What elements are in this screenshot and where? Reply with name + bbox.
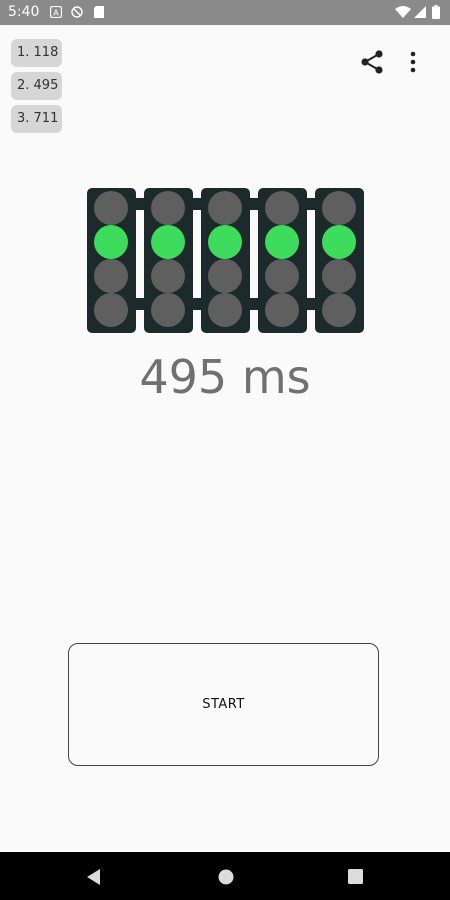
score-label: 2. 495 [17,78,59,93]
home-icon[interactable] [218,869,234,885]
signal-icon [414,6,426,18]
lamp-off [322,293,356,327]
blocked-circle-icon [71,6,83,18]
lamp-off [94,293,128,327]
status-bar: 5:40 A [0,0,450,25]
lamp-green [94,225,128,259]
navigation-bar [0,852,450,900]
share-icon[interactable] [360,49,384,75]
lamp-off [322,191,356,225]
lamp-off [151,293,185,327]
lamp-green [322,225,356,259]
back-icon[interactable] [87,869,101,885]
wifi-icon [395,6,411,18]
lamp-off [265,293,299,327]
start-button[interactable]: START [68,643,379,766]
recents-icon[interactable] [348,869,363,884]
score-chip-1: 1. 118 [11,39,62,67]
notification-a-icon: A [50,6,62,18]
score-label: 1. 118 [17,45,59,60]
sd-card-icon [94,6,104,18]
lamp-off [265,259,299,293]
lamp-off [208,293,242,327]
lamp-off [151,259,185,293]
status-time: 5:40 [8,4,40,20]
lamp-off [265,191,299,225]
lamp-off [151,191,185,225]
score-chip-3: 3. 711 [11,105,62,133]
lamp-off [208,259,242,293]
lamp-off [94,259,128,293]
score-chip-2: 2. 495 [11,72,62,100]
lamp-off [208,191,242,225]
traffic-light-4 [258,188,307,333]
traffic-light-5 [315,188,364,333]
traffic-light-3 [201,188,250,333]
lamp-off [322,259,356,293]
reaction-time-result: 495 ms [139,350,311,404]
svg-text:A: A [53,9,59,18]
lamp-off [94,191,128,225]
start-lights [87,188,364,333]
lamp-green [265,225,299,259]
start-button-label: START [202,697,245,712]
score-label: 3. 711 [17,111,59,126]
more-vert-icon[interactable] [408,51,418,73]
traffic-light-1 [87,188,136,333]
lamp-green [208,225,242,259]
lamp-green [151,225,185,259]
battery-icon [432,5,440,19]
traffic-light-2 [144,188,193,333]
